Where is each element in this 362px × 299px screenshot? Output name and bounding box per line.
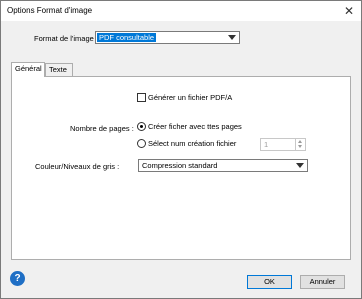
pages-label: Nombre de pages : <box>70 124 134 133</box>
title-bar: Options Format d'image ✕ <box>1 1 361 21</box>
pages-spinner[interactable]: 1 <box>260 138 306 151</box>
pdfa-checkbox-label: Générer un fichier PDF/A <box>148 93 233 102</box>
ok-button[interactable]: OK <box>247 275 292 289</box>
color-label: Couleur/Niveaux de gris : <box>35 162 120 171</box>
pdfa-checkbox[interactable] <box>137 93 146 102</box>
close-icon[interactable]: ✕ <box>341 3 357 19</box>
dialog-window: Options Format d'image ✕ Format de l'ima… <box>0 0 362 299</box>
color-select[interactable]: Compression standard <box>138 159 308 172</box>
radio-all-pages-label: Créer ficher avec ttes pages <box>148 122 242 131</box>
tab-general-label: Général <box>15 64 42 73</box>
chevron-down-icon <box>296 163 304 168</box>
radio-select-pages-label: Sélect num création fichier <box>148 139 237 148</box>
tab-texte-label: Texte <box>49 65 67 74</box>
format-select-value: PDF consultable <box>97 33 157 42</box>
radio-select-pages[interactable] <box>137 139 146 148</box>
arrow-up-icon[interactable] <box>298 140 302 143</box>
radio-all-pages[interactable] <box>137 122 146 131</box>
arrow-down-icon[interactable] <box>298 145 302 148</box>
help-icon[interactable]: ? <box>10 271 25 286</box>
tab-general[interactable]: Général <box>11 62 45 77</box>
format-select[interactable]: PDF consultable <box>95 31 240 44</box>
window-title: Options Format d'image <box>7 6 93 15</box>
pages-spinner-value: 1 <box>264 140 269 149</box>
spinner-buttons[interactable] <box>295 139 305 150</box>
tab-texte[interactable]: Texte <box>45 63 73 76</box>
color-select-value: Compression standard <box>142 161 218 170</box>
chevron-down-icon <box>228 35 236 40</box>
cancel-button[interactable]: Annuler <box>300 275 345 289</box>
format-label: Format de l'image : <box>34 34 98 43</box>
